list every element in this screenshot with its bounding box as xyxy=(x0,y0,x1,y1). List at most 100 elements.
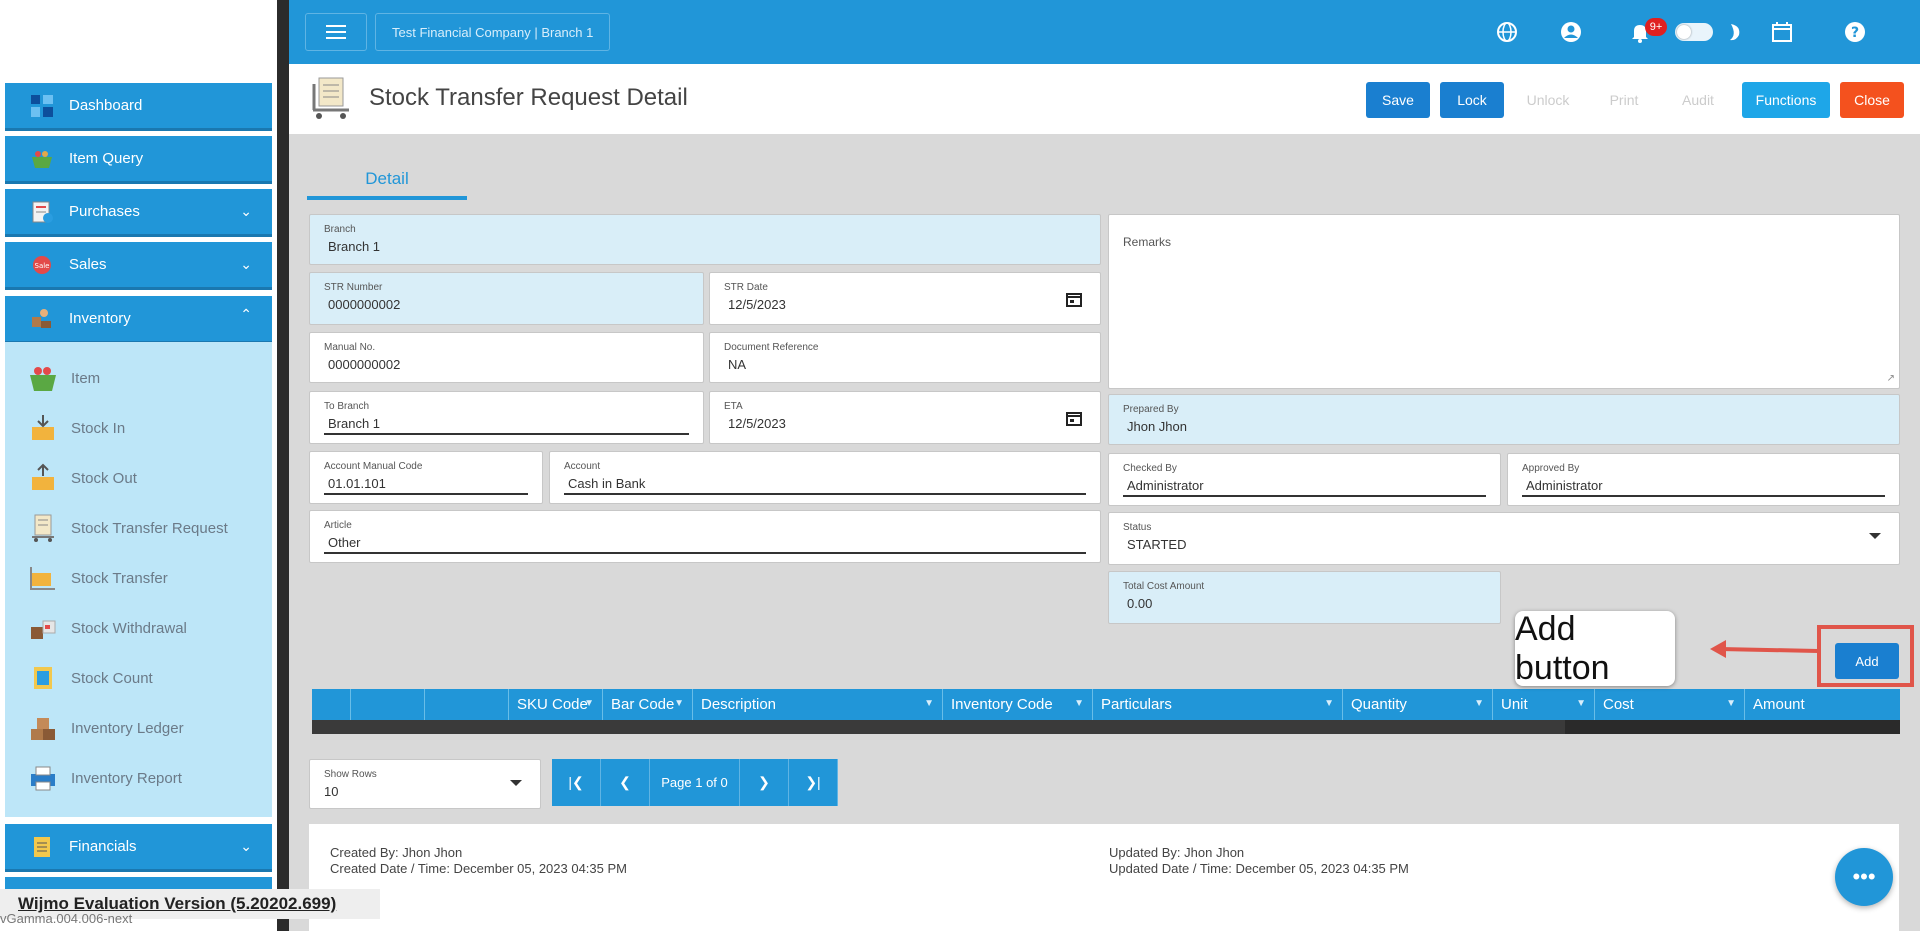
article-field[interactable]: Article Other xyxy=(309,510,1101,563)
lock-button[interactable]: Lock xyxy=(1440,82,1504,118)
account-manual-code-field[interactable]: Account Manual Code 01.01.101 xyxy=(309,451,543,504)
unlock-button[interactable]: Unlock xyxy=(1514,82,1582,118)
field-value: 0.00 xyxy=(1127,596,1153,611)
truck-icon xyxy=(27,562,59,594)
input-underline xyxy=(324,493,528,495)
sidebar-subitem-stock-withdrawal[interactable]: Stock Withdrawal xyxy=(27,608,187,648)
approved-by-field[interactable]: Approved By Administrator xyxy=(1507,453,1900,506)
grid-horizontal-scrollbar[interactable] xyxy=(312,720,1900,734)
grid-col-bar-code[interactable]: Bar Code ▼ xyxy=(602,689,692,720)
sidebar-subitem-label: Stock Transfer xyxy=(71,569,168,587)
globe-icon[interactable] xyxy=(1493,18,1521,46)
remarks-textarea[interactable]: Remarks ↗ xyxy=(1108,214,1900,389)
filter-icon[interactable]: ▼ xyxy=(1576,698,1586,709)
eta-field[interactable]: ETA 12/5/2023 xyxy=(709,391,1101,444)
input-underline xyxy=(1123,495,1486,497)
filter-icon[interactable]: ▼ xyxy=(584,698,594,709)
filter-icon[interactable]: ▼ xyxy=(1474,698,1484,709)
grid-col-quantity[interactable]: Quantity ▼ xyxy=(1342,689,1492,720)
field-value: STARTED xyxy=(1127,537,1187,552)
company-branch-label[interactable]: Test Financial Company | Branch 1 xyxy=(375,13,611,51)
field-label: Checked By xyxy=(1123,463,1177,474)
sidebar-subitem-item[interactable]: Item xyxy=(27,358,100,398)
filter-icon[interactable]: ▼ xyxy=(1324,698,1334,709)
field-label: Account Manual Code xyxy=(324,461,423,472)
sidebar-subitem-label: Inventory Report xyxy=(71,769,182,787)
column-label: Bar Code xyxy=(611,696,675,713)
account-field[interactable]: Account Cash in Bank xyxy=(549,451,1101,504)
resize-handle-icon[interactable]: ↗ xyxy=(1887,373,1895,384)
calendar-icon[interactable] xyxy=(1768,18,1796,46)
filter-icon[interactable]: ▼ xyxy=(1726,698,1736,709)
grid-col-description[interactable]: Description ▼ xyxy=(692,689,942,720)
total-cost-amount-field[interactable]: Total Cost Amount 0.00 xyxy=(1108,571,1501,624)
checked-by-field[interactable]: Checked By Administrator xyxy=(1108,453,1501,506)
manual-no-field[interactable]: Manual No. 0000000002 xyxy=(309,332,704,383)
calendar-icon[interactable] xyxy=(1066,291,1082,312)
save-button[interactable]: Save xyxy=(1366,82,1430,118)
help-icon[interactable]: ? xyxy=(1841,18,1869,46)
tab-detail[interactable]: Detail xyxy=(307,162,467,200)
first-page-button[interactable]: |❮ xyxy=(552,759,601,806)
chevron-left-icon: ❮ xyxy=(619,774,631,790)
audit-button[interactable]: Audit xyxy=(1666,82,1730,118)
field-label: Approved By xyxy=(1522,463,1580,474)
sidebar-subitem-label: Stock In xyxy=(71,419,126,437)
str-number-field[interactable]: STR Number 0000000002 xyxy=(309,272,704,325)
show-rows-select[interactable]: Show Rows 10 xyxy=(309,759,541,809)
print-button[interactable]: Print xyxy=(1592,82,1656,118)
sidebar-item-financials[interactable]: Financials ⌄ xyxy=(5,824,272,872)
dark-mode-toggle[interactable] xyxy=(1675,23,1713,41)
close-button[interactable]: Close xyxy=(1840,82,1904,118)
grid-col-blank-2[interactable] xyxy=(350,689,424,720)
sidebar-item-inventory[interactable]: Inventory ⌃ xyxy=(5,296,272,344)
grid-col-sku-code[interactable]: SKU Code ▼ xyxy=(508,689,602,720)
grid-col-particulars[interactable]: Particulars ▼ xyxy=(1092,689,1342,720)
previous-page-button[interactable]: ❮ xyxy=(601,759,650,806)
filter-icon[interactable]: ▼ xyxy=(1074,698,1084,709)
more-actions-fab[interactable]: ••• xyxy=(1835,848,1893,906)
chevron-down-icon: ⌄ xyxy=(240,256,252,272)
grid-col-amount[interactable]: Amount xyxy=(1744,689,1900,720)
sidebar-subitem-stock-transfer-request[interactable]: Stock Transfer Request xyxy=(27,508,228,548)
next-page-button[interactable]: ❯ xyxy=(740,759,789,806)
sidebar-item-sales[interactable]: Sale Sales ⌄ xyxy=(5,242,272,290)
sidebar-subitem-stock-out[interactable]: Stock Out xyxy=(27,458,137,498)
more-icon: ••• xyxy=(1852,864,1876,889)
filter-icon[interactable]: ▼ xyxy=(674,698,684,709)
field-label: STR Number xyxy=(324,282,383,293)
last-page-button[interactable]: ❯| xyxy=(789,759,838,806)
functions-button[interactable]: Functions xyxy=(1742,82,1830,118)
first-page-icon: |❮ xyxy=(568,774,584,790)
filter-icon[interactable]: ▼ xyxy=(924,698,934,709)
dropdown-arrow-icon[interactable] xyxy=(1869,533,1881,539)
input-underline xyxy=(564,493,1086,495)
sidebar-item-purchases[interactable]: Purchases ⌄ xyxy=(5,189,272,237)
document-reference-field[interactable]: Document Reference NA xyxy=(709,332,1101,383)
user-icon[interactable] xyxy=(1557,18,1585,46)
sidebar-subitem-inventory-report[interactable]: Inventory Report xyxy=(27,758,182,798)
sidebar-subitem-stock-in[interactable]: Stock In xyxy=(27,408,125,448)
sidebar-item-dashboard[interactable]: Dashboard xyxy=(5,83,272,131)
branch-field[interactable]: Branch Branch 1 xyxy=(309,214,1101,265)
grid-col-blank-1[interactable] xyxy=(312,689,350,720)
sidebar-item-label: Item Query xyxy=(69,150,144,167)
grid-col-inventory-code[interactable]: Inventory Code ▼ xyxy=(942,689,1092,720)
prepared-by-field[interactable]: Prepared By Jhon Jhon xyxy=(1108,394,1900,445)
sidebar-scrollbar[interactable] xyxy=(277,0,289,931)
sidebar-item-item-query[interactable]: Item Query xyxy=(5,136,272,184)
grid-col-blank-3[interactable] xyxy=(424,689,508,720)
sidebar-subitem-inventory-ledger[interactable]: Inventory Ledger xyxy=(27,708,184,748)
status-select[interactable]: Status STARTED xyxy=(1108,512,1900,565)
scrollbar-thumb[interactable] xyxy=(1565,720,1900,734)
sidebar-subitem-stock-count[interactable]: Stock Count xyxy=(27,658,153,698)
field-label: Show Rows xyxy=(324,769,377,780)
str-date-field[interactable]: STR Date 12/5/2023 xyxy=(709,272,1101,325)
dropdown-arrow-icon[interactable] xyxy=(510,780,522,786)
calendar-icon[interactable] xyxy=(1066,410,1082,431)
sidebar-subitem-stock-transfer[interactable]: Stock Transfer xyxy=(27,558,168,598)
grid-col-unit[interactable]: Unit ▼ xyxy=(1492,689,1594,720)
to-branch-field[interactable]: To Branch Branch 1 xyxy=(309,391,704,444)
menu-toggle-button[interactable] xyxy=(305,13,367,51)
grid-col-cost[interactable]: Cost ▼ xyxy=(1594,689,1744,720)
